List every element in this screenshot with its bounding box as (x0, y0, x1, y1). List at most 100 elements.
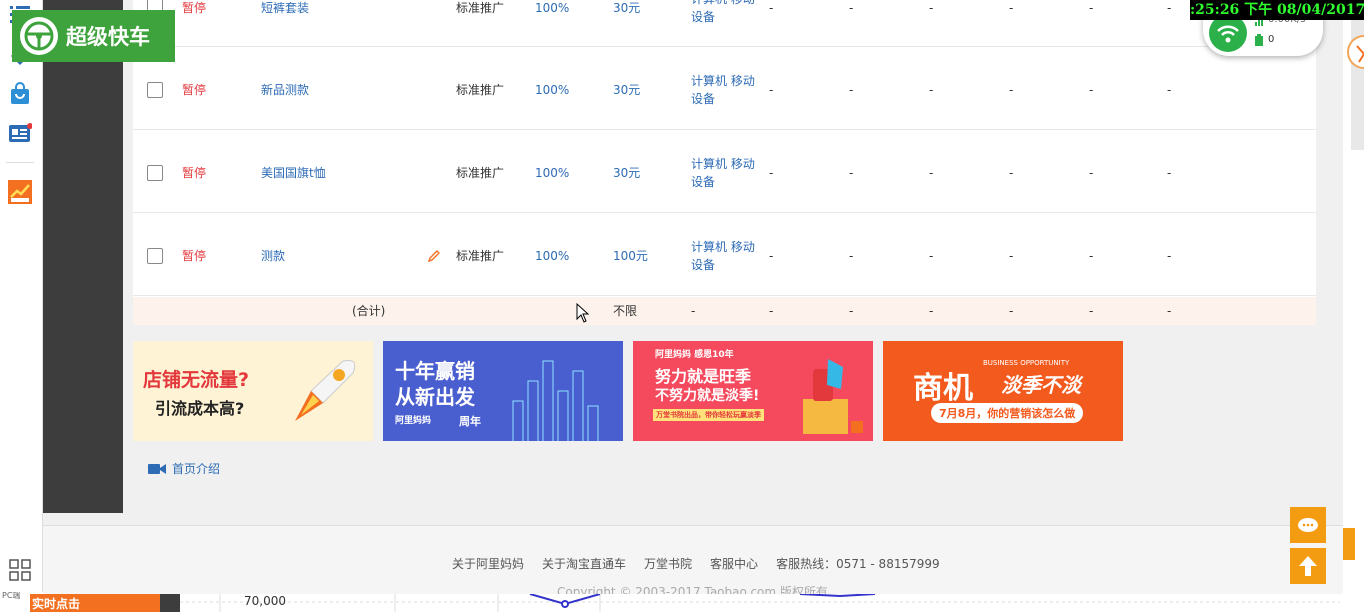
row-percent[interactable]: 100% (535, 0, 569, 17)
row-metric: - (1089, 83, 1094, 97)
row-metric: - (849, 249, 854, 263)
right-window-sliver (1343, 0, 1364, 592)
total-metric: - (849, 304, 854, 318)
banner-headline: 商机 (913, 371, 973, 406)
row-metric: - (769, 166, 774, 180)
row-metric: - (1167, 249, 1172, 263)
logo-text: 超级快车 (66, 25, 150, 49)
row-device[interactable]: 计算机 移动设备 (691, 0, 763, 26)
city-lines-graphic (512, 360, 599, 441)
row-metric: - (769, 249, 774, 263)
campaign-table: 暂停 短裤套装 标准推广 100% 30元 计算机 移动设备 - - - - -… (133, 0, 1316, 325)
background-tab-realtime[interactable]: 实时点击 (30, 594, 160, 612)
row-metric: - (1089, 1, 1094, 15)
row-metric: - (1167, 83, 1172, 97)
row-metric: - (929, 1, 934, 15)
super-car-logo[interactable]: 超级快车 (12, 10, 175, 62)
footer-link-ztc[interactable]: 关于淘宝直通车 (542, 555, 626, 572)
row-percent[interactable]: 100% (535, 247, 569, 265)
banner-subline: 淡季不淡 (1001, 373, 1081, 397)
row-status[interactable]: 暂停 (182, 81, 206, 99)
mobile-promo-icon[interactable] (8, 180, 32, 204)
page-footer: 关于阿里妈妈 关于淘宝直通车 万堂书院 客服中心 客服热线：0571 - 881… (43, 525, 1343, 594)
row-percent[interactable]: 100% (535, 81, 569, 99)
banner-headline: 店铺无流量? (143, 369, 250, 391)
total-metric: - (929, 304, 934, 318)
rocket-icon (295, 360, 356, 421)
row-metric: - (929, 249, 934, 263)
row-budget[interactable]: 30元 (613, 0, 640, 17)
row-budget[interactable]: 30元 (613, 81, 640, 99)
promo-banner-season[interactable]: 阿里妈妈 感恩10年 努力就是旺季 不努力就是淡季! 万堂书院出品，带你轻松玩赢… (633, 341, 873, 441)
promo-banner-opportunity[interactable]: BUSINESS OPPORTUNITY 商机 淡季不淡 7月8月，你的营销该怎… (883, 341, 1123, 441)
grid-apps-icon[interactable] (8, 558, 32, 582)
chat-bubble-icon (1298, 518, 1318, 532)
promo-banner-traffic[interactable]: 店铺无流量? 引流成本高? (133, 341, 373, 441)
row-metric: - (929, 166, 934, 180)
total-metric: - (1167, 304, 1172, 318)
banner-headline: 努力就是旺季 (655, 367, 752, 386)
home-intro-link[interactable]: 首页介绍 (148, 460, 220, 477)
banner-subline: 引流成本高? (155, 399, 245, 418)
shopping-bag-icon[interactable] (8, 82, 32, 106)
row-campaign-name[interactable]: 美国国旗t恤 (261, 164, 326, 182)
row-metric: - (1167, 166, 1172, 180)
row-device[interactable]: 计算机 移动设备 (691, 155, 763, 191)
shopping-box-graphic (803, 359, 863, 434)
row-metric: - (1089, 166, 1094, 180)
mascot-avatar-icon (1347, 35, 1364, 69)
total-metric: - (769, 304, 774, 318)
battery-icon (1255, 34, 1263, 46)
total-metric: - (1089, 304, 1094, 318)
table-row: 暂停 美国国旗t恤 标准推广 100% 30元 计算机 移动设备 - - - -… (133, 130, 1316, 213)
table-row: 暂停 短裤套装 标准推广 100% 30元 计算机 移动设备 - - - - -… (133, 0, 1316, 47)
row-device[interactable]: 计算机 移动设备 (691, 238, 763, 274)
back-to-top-button[interactable] (1290, 548, 1326, 584)
row-status[interactable]: 暂停 (182, 247, 206, 265)
network-count: 0 (1268, 34, 1275, 45)
background-chart (180, 594, 1340, 612)
row-mode: 标准推广 (456, 166, 505, 180)
row-metric: - (929, 83, 934, 97)
row-metric: - (849, 1, 854, 15)
row-device[interactable]: 计算机 移动设备 (691, 72, 763, 108)
arrow-up-icon (1299, 556, 1317, 576)
table-row: 暂停 测款 标准推广 100% 100元 计算机 移动设备 - - - - - … (133, 213, 1316, 296)
footer-link-service[interactable]: 客服中心 (710, 555, 758, 572)
banner-note: 7月8月，你的营销该怎么做 (931, 403, 1084, 423)
promo-banner-anniversary[interactable]: 十年赢销 从新出发 阿里妈妈 周年 (383, 341, 623, 441)
chat-bubble-button[interactable] (1290, 507, 1326, 543)
footer-link-alimama[interactable]: 关于阿里妈妈 (452, 555, 524, 572)
row-checkbox[interactable] (147, 165, 163, 181)
left-icon-rail (0, 0, 43, 592)
app-window: 暂停 短裤套装 标准推广 100% 30元 计算机 移动设备 - - - - -… (43, 0, 1343, 594)
table-row: 暂停 新品测款 标准推广 100% 30元 计算机 移动设备 - - - - -… (133, 47, 1316, 130)
edit-pencil-icon[interactable] (427, 249, 441, 263)
banner-topline: 阿里妈妈 感恩10年 (655, 350, 734, 360)
banner-brand: 阿里妈妈 (395, 416, 432, 426)
footer-link-academy[interactable]: 万堂书院 (644, 555, 692, 572)
banner-years: 周年 (459, 415, 481, 428)
row-status[interactable]: 暂停 (182, 164, 206, 182)
row-metric: - (849, 83, 854, 97)
row-campaign-name[interactable]: 短裤套装 (261, 0, 309, 17)
row-status[interactable]: 暂停 (182, 0, 206, 17)
row-metric: - (849, 166, 854, 180)
banner-subline: 从新出发 (395, 385, 475, 409)
home-intro-label: 首页介绍 (172, 462, 221, 476)
row-budget[interactable]: 100元 (613, 247, 648, 265)
row-metric: - (1167, 1, 1172, 15)
row-budget[interactable]: 30元 (613, 164, 640, 182)
row-metric: - (1009, 249, 1014, 263)
news-card-icon[interactable] (8, 122, 32, 146)
row-campaign-name[interactable]: 新品测款 (261, 81, 309, 99)
banner-subline: 不努力就是淡季! (655, 388, 760, 404)
row-campaign-name[interactable]: 测款 (261, 247, 285, 265)
banner-english-tag: BUSINESS OPPORTUNITY (983, 359, 1070, 367)
footer-hotline: 客服热线：0571 - 88157999 (776, 557, 940, 571)
total-row: (合计) 不限 - - - - - - - (133, 297, 1316, 325)
row-percent[interactable]: 100% (535, 164, 569, 182)
row-checkbox[interactable] (147, 248, 163, 264)
row-checkbox[interactable] (147, 82, 163, 98)
dark-side-column (43, 0, 123, 513)
